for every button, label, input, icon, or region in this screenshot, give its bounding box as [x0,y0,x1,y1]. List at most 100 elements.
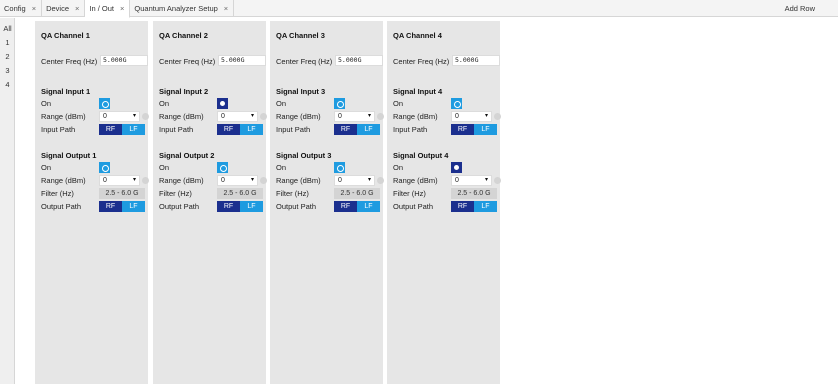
input-path-lf-button[interactable]: LF [474,124,497,135]
output-on-toggle[interactable] [451,162,462,173]
tab-config[interactable]: Config × [0,0,43,17]
input-range-select[interactable]: 0 ▾ [334,111,375,122]
input-path-rf-button[interactable]: RF [334,124,357,135]
center-freq-input[interactable]: 5.000G [218,55,266,66]
output-path-label: Output Path [276,202,317,211]
output-range-select[interactable]: 0 ▾ [451,175,492,186]
output-path-label: Output Path [393,202,434,211]
output-path-selector: RF LF [99,201,145,212]
input-range-select[interactable]: 0 ▾ [217,111,258,122]
input-on-toggle[interactable] [99,98,110,109]
input-path-lf-button[interactable]: LF [357,124,380,135]
output-path-lf-button[interactable]: LF [240,201,263,212]
output-path-rf-button[interactable]: RF [99,201,122,212]
qa-channel-1-panel: QA Channel 1 Center Freq (Hz) 5.000G Sig… [35,21,149,384]
close-icon[interactable]: × [120,4,124,13]
add-row-button[interactable]: Add Row [785,0,815,17]
input-path-rf-button[interactable]: RF [451,124,474,135]
input-on-toggle[interactable] [217,98,228,109]
input-range-value: 0 [103,113,107,120]
input-on-toggle[interactable] [334,98,345,109]
tab-label: In / Out [89,4,115,13]
input-range-label: Range (dBm) [276,112,321,121]
chevron-down-icon: ▾ [484,177,488,183]
input-range-select[interactable]: 0 ▾ [99,111,140,122]
chevron-down-icon: ▾ [367,113,371,119]
status-led-icon [377,177,384,184]
output-on-toggle[interactable] [334,162,345,173]
row-tab-3[interactable]: 3 [0,64,15,76]
tab-device[interactable]: Device × [42,0,86,17]
output-range-value: 0 [455,177,459,184]
output-path-lf-button[interactable]: LF [474,201,497,212]
input-path-rf-button[interactable]: RF [99,124,122,135]
output-path-rf-button[interactable]: RF [334,201,357,212]
center-freq-label: Center Freq (Hz) [41,57,98,66]
output-on-toggle[interactable] [217,162,228,173]
output-range-select[interactable]: 0 ▾ [334,175,375,186]
close-icon[interactable]: × [224,4,228,13]
tab-label: Quantum Analyzer Setup [134,4,218,13]
close-icon[interactable]: × [75,4,79,13]
tab-in-out[interactable]: In / Out × [85,0,131,18]
panel-area: QA Channel 1 Center Freq (Hz) 5.000G Sig… [15,18,838,384]
input-path-selector: RF LF [334,124,380,135]
channel-title: QA Channel 3 [276,31,325,40]
output-on-label: On [159,163,170,172]
close-icon[interactable]: × [32,4,36,13]
output-range-label: Range (dBm) [393,176,438,185]
output-range-value: 0 [103,177,107,184]
input-on-label: On [393,99,404,108]
output-path-lf-button[interactable]: LF [357,201,380,212]
output-range-value: 0 [338,177,342,184]
status-led-icon [494,177,501,184]
output-range-label: Range (dBm) [276,176,321,185]
center-freq-input[interactable]: 5.000G [335,55,383,66]
output-path-rf-button[interactable]: RF [217,201,240,212]
input-range-label: Range (dBm) [41,112,86,121]
tab-label: Device [46,4,70,13]
output-path-selector: RF LF [334,201,380,212]
center-freq-input[interactable]: 5.000G [452,55,500,66]
signal-output-title: Signal Output 2 [159,151,215,160]
qa-channel-3-panel: QA Channel 3 Center Freq (Hz) 5.000G Sig… [270,21,384,384]
output-path-rf-button[interactable]: RF [451,201,474,212]
qa-channel-4-panel: QA Channel 4 Center Freq (Hz) 5.000G Sig… [387,21,501,384]
status-led-icon [494,113,501,120]
output-on-toggle[interactable] [99,162,110,173]
chevron-down-icon: ▾ [484,113,488,119]
row-tab-4[interactable]: 4 [0,78,15,90]
signal-output-title: Signal Output 1 [41,151,97,160]
output-path-lf-button[interactable]: LF [122,201,145,212]
row-tab-2[interactable]: 2 [0,50,15,62]
filter-label: Filter (Hz) [41,189,74,198]
input-on-label: On [159,99,170,108]
output-path-selector: RF LF [217,201,263,212]
center-freq-input[interactable]: 5.000G [100,55,148,66]
signal-output-title: Signal Output 4 [393,151,449,160]
input-range-label: Range (dBm) [159,112,204,121]
output-range-select[interactable]: 0 ▾ [217,175,258,186]
input-path-lf-button[interactable]: LF [240,124,263,135]
input-path-rf-button[interactable]: RF [217,124,240,135]
signal-output-title: Signal Output 3 [276,151,332,160]
output-range-select[interactable]: 0 ▾ [99,175,140,186]
tab-bar: Config × Device × In / Out × Quantum Ana… [0,0,838,18]
input-on-toggle[interactable] [451,98,462,109]
row-tab-all[interactable]: All [0,22,15,34]
input-path-lf-button[interactable]: LF [122,124,145,135]
filter-range-display: 2.5 - 6.0 G [451,188,497,199]
signal-input-title: Signal Input 3 [276,87,326,96]
qa-channel-2-panel: QA Channel 2 Center Freq (Hz) 5.000G Sig… [153,21,267,384]
center-freq-label: Center Freq (Hz) [393,57,450,66]
center-freq-label: Center Freq (Hz) [159,57,216,66]
status-led-icon [260,177,267,184]
input-path-selector: RF LF [99,124,145,135]
chevron-down-icon: ▾ [132,113,136,119]
output-on-label: On [276,163,287,172]
signal-input-title: Signal Input 4 [393,87,443,96]
input-range-select[interactable]: 0 ▾ [451,111,492,122]
row-tab-1[interactable]: 1 [0,36,15,48]
tab-quantum-analyzer-setup[interactable]: Quantum Analyzer Setup × [130,0,235,17]
center-freq-label: Center Freq (Hz) [276,57,333,66]
